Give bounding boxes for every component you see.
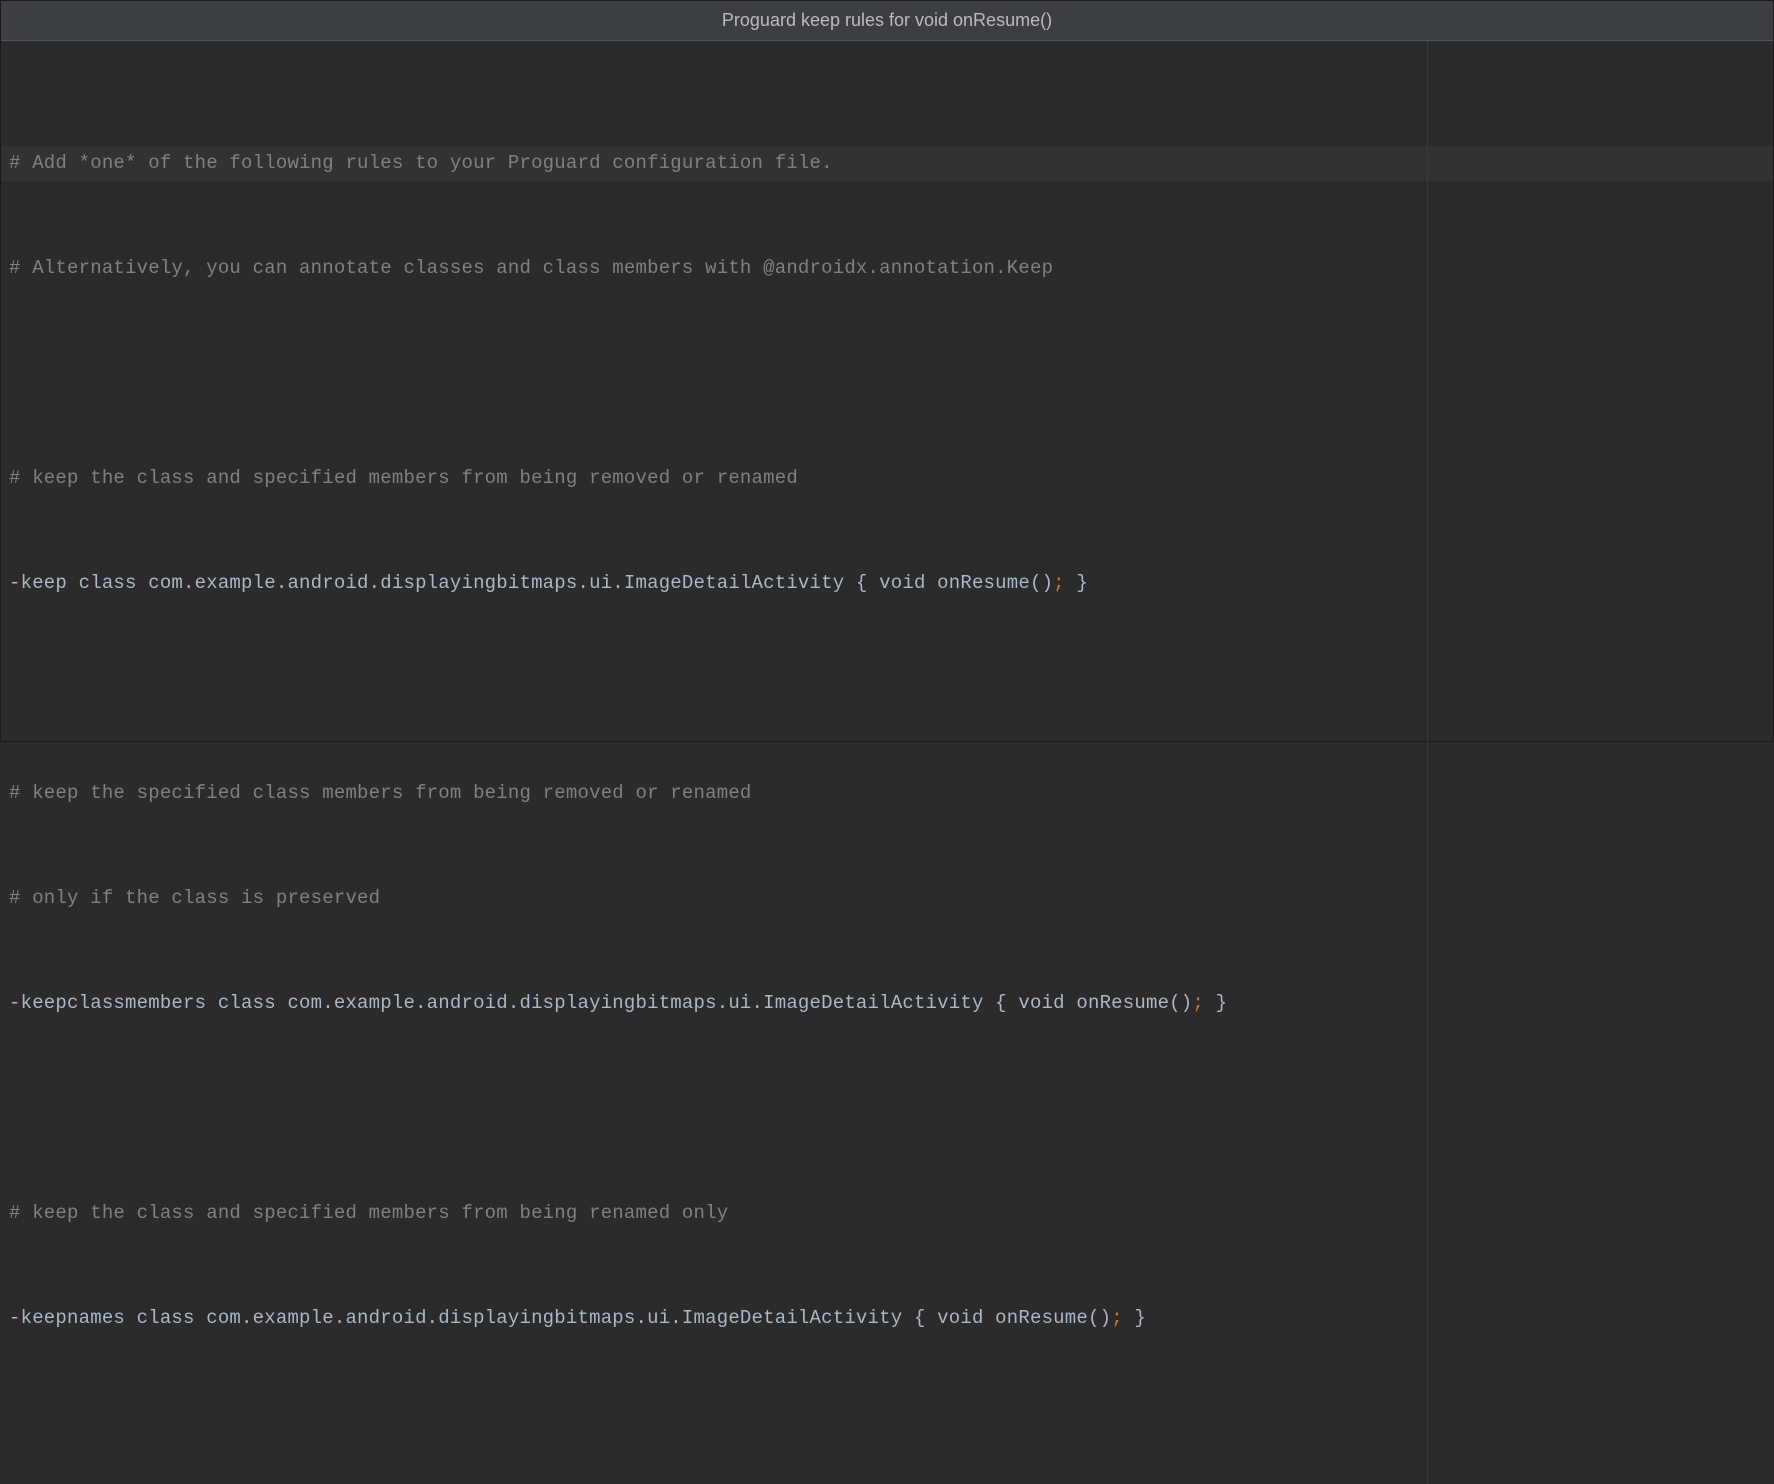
comment-text: # keep the specified class members from …: [9, 782, 752, 804]
code-line: # Alternatively, you can annotate classe…: [1, 251, 1773, 286]
rule-text: -keepclassmembers class com.example.andr…: [9, 992, 1192, 1014]
right-margin-guide: [1427, 41, 1428, 1484]
brace-text: }: [1204, 992, 1227, 1014]
comment-text: # Add *one* of the following rules to yo…: [9, 152, 833, 174]
code-line: # keep the specified class members from …: [1, 776, 1773, 811]
rule-text: -keepnames class com.example.android.dis…: [9, 1307, 1111, 1329]
code-line: [1, 1406, 1773, 1441]
semicolon: ;: [1053, 572, 1065, 594]
window-title: Proguard keep rules for void onResume(): [722, 10, 1052, 31]
code-line: -keepnames class com.example.android.dis…: [1, 1301, 1773, 1336]
code-line: # keep the class and specified members f…: [1, 1196, 1773, 1231]
code-line: [1, 356, 1773, 391]
comment-text: # only if the class is preserved: [9, 887, 380, 909]
code-line: -keepclassmembers class com.example.andr…: [1, 986, 1773, 1021]
code-line: # keep the class and specified members f…: [1, 461, 1773, 496]
code-editor[interactable]: # Add *one* of the following rules to yo…: [1, 41, 1773, 1484]
brace-text: }: [1065, 572, 1088, 594]
comment-text: # Alternatively, you can annotate classe…: [9, 257, 1053, 279]
window-titlebar: Proguard keep rules for void onResume(): [1, 1, 1773, 41]
comment-text: # keep the class and specified members f…: [9, 467, 798, 489]
rule-text: -keep class com.example.android.displayi…: [9, 572, 1053, 594]
comment-text: # keep the class and specified members f…: [9, 1202, 728, 1224]
code-line: [1, 671, 1773, 706]
code-line: # Add *one* of the following rules to yo…: [1, 146, 1773, 181]
brace-text: }: [1123, 1307, 1146, 1329]
code-line: -keep class com.example.android.displayi…: [1, 566, 1773, 601]
code-line: # only if the class is preserved: [1, 881, 1773, 916]
semicolon: ;: [1192, 992, 1204, 1014]
semicolon: ;: [1111, 1307, 1123, 1329]
code-line: [1, 1091, 1773, 1126]
